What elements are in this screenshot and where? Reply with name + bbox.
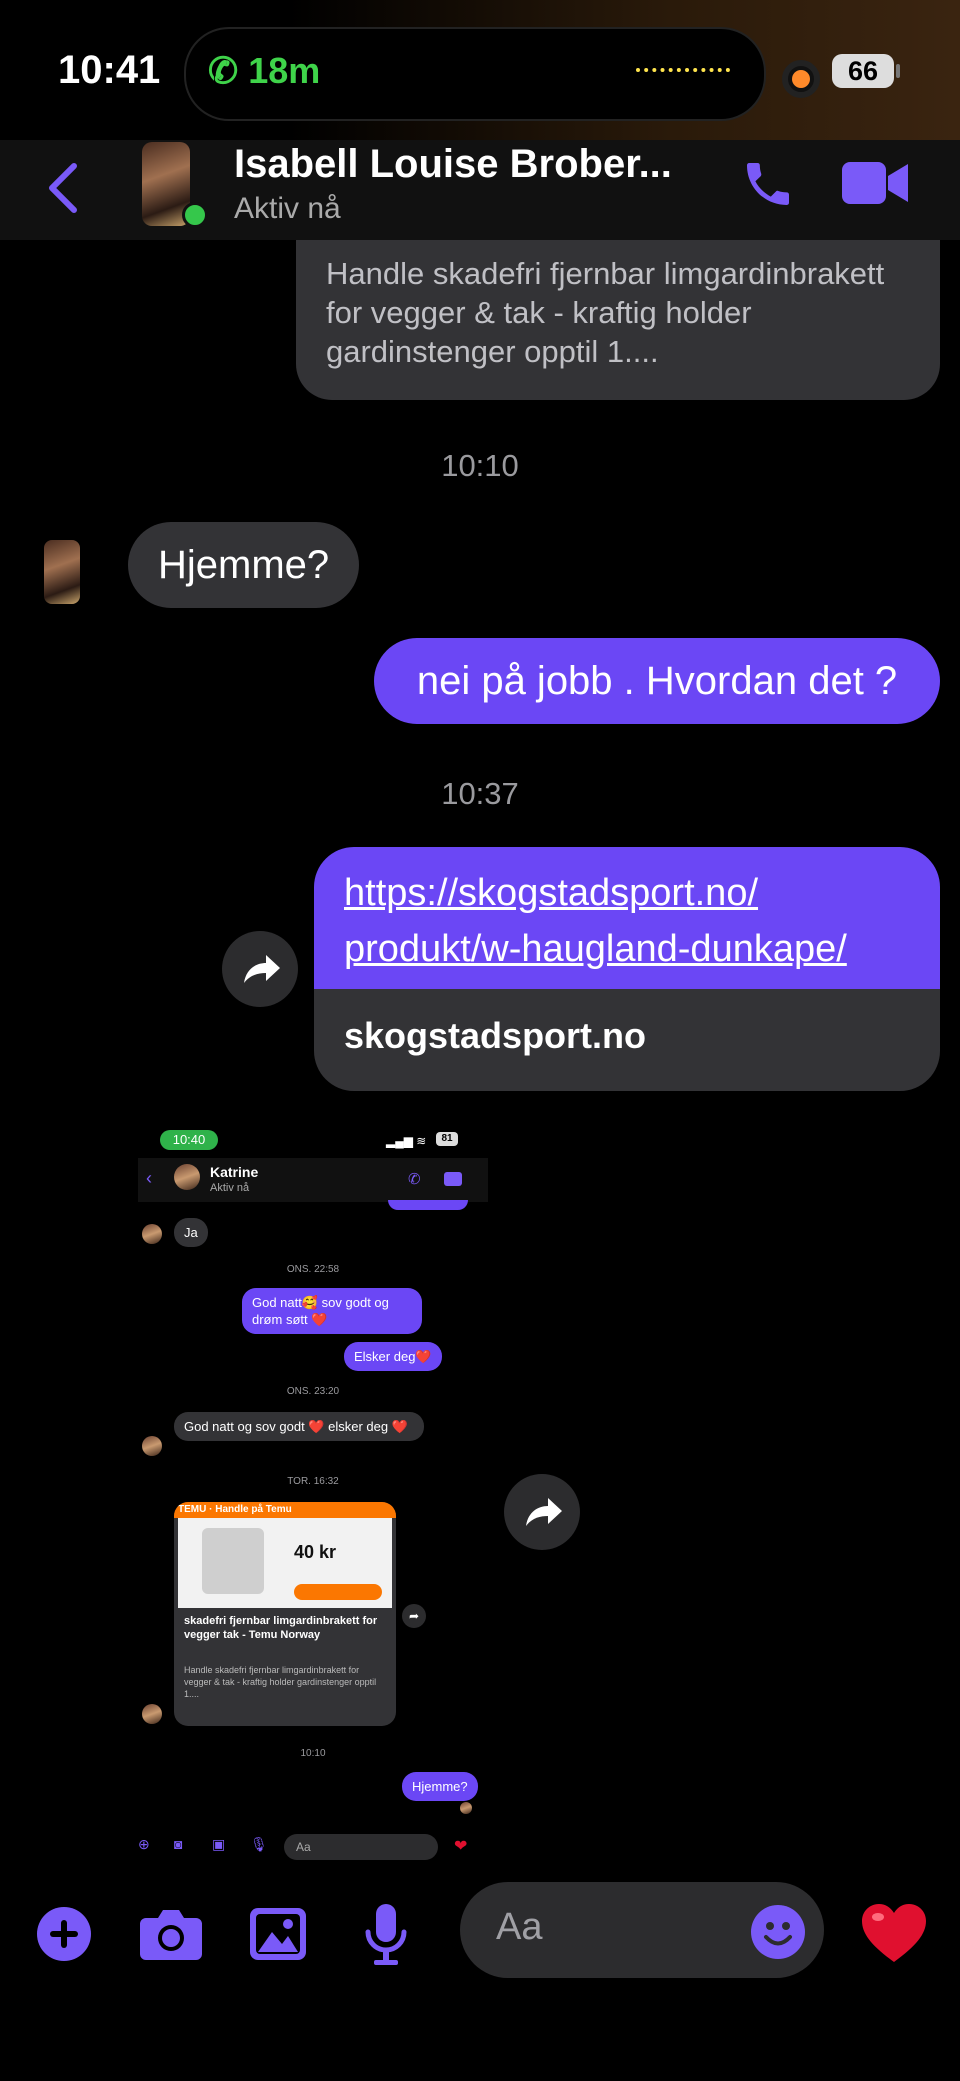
voice-call-icon[interactable] (740, 156, 796, 212)
video-call-icon[interactable] (842, 158, 908, 208)
embedded-timestamp: ONS. 23:20 (286, 1386, 340, 1397)
product-photo (202, 1528, 264, 1594)
link-domain: skogstadsport.no (344, 1015, 647, 1056)
link-preview-title: skadefri fjernbar limgardinbrakett for v… (184, 1615, 378, 1641)
add-icon[interactable] (36, 1906, 92, 1962)
embedded-composer-input: Aa (284, 1834, 438, 1860)
embedded-battery: 81 (436, 1132, 458, 1146)
clock: 10:41 (58, 48, 161, 92)
embedded-contact-status: Aktiv nå (210, 1182, 250, 1194)
message-input-placeholder: Aa (496, 1906, 543, 1948)
embedded-read-receipt-avatar (460, 1802, 472, 1814)
embedded-heart-icon: ❤ (454, 1838, 468, 1855)
share-button[interactable] (222, 931, 298, 1007)
timestamp: 10:10 (441, 448, 519, 483)
link-message[interactable]: https://skogstadsport.no/ produkt/w-haug… (314, 847, 940, 1091)
share-arrow-icon (526, 1498, 562, 1526)
temu-banner: TEMU · Handle på Temu (174, 1502, 396, 1518)
heart-icon[interactable] (862, 1904, 926, 1964)
embedded-avatar (142, 1704, 162, 1724)
embedded-avatar (174, 1164, 200, 1190)
product-price: 40 kr (294, 1542, 337, 1562)
timestamp: 10:37 (441, 776, 519, 811)
contact-name[interactable]: Isabell Louise Brober... (234, 142, 694, 187)
embedded-back-icon: ‹ (146, 1168, 152, 1188)
privacy-indicator-icon (782, 60, 820, 98)
phone-icon: ✆ (208, 50, 239, 91)
emoji-icon[interactable] (750, 1904, 806, 1960)
embedded-avatar (142, 1224, 162, 1244)
outgoing-message[interactable]: nei på jobb . Hvordan det ? (374, 638, 940, 724)
image-attachment[interactable]: 10:40 ▂▄▆ ≋ 81 ‹ Katrine Aktiv nå ✆ Ja O… (138, 1120, 488, 1860)
embedded-share-icon: ➦ (402, 1604, 426, 1628)
microphone-icon[interactable] (364, 1904, 408, 1966)
audio-waveform-icon (636, 68, 730, 76)
product-buy-button (294, 1584, 382, 1600)
share-arrow-icon (244, 955, 280, 983)
embedded-bubble-edge (388, 1200, 468, 1210)
embedded-phone-icon: ✆ (408, 1171, 421, 1188)
product-image: 40 kr (178, 1518, 392, 1608)
embedded-outgoing-message: Elsker deg❤️ (344, 1342, 442, 1371)
embedded-outgoing-message: God natt🥰 sov godt og drøm søtt ❤️ (242, 1288, 422, 1334)
active-call-indicator[interactable]: ✆ 18m (208, 50, 320, 92)
link-preview-description: Handle skadefri fjernbar limgardinbraket… (326, 256, 885, 369)
embedded-avatar (142, 1436, 162, 1456)
link-preview-description: Handle skadefri fjernbar limgardinbraket… (184, 1665, 377, 1699)
battery-tip-icon (896, 64, 900, 78)
battery-indicator: 66 (832, 54, 894, 88)
embedded-incoming-message: God natt og sov godt ❤️ elsker deg ❤️ (174, 1412, 424, 1441)
call-duration: 18m (248, 50, 321, 91)
embedded-timestamp: 10:10 (300, 1748, 326, 1759)
embedded-incoming-message: Ja (174, 1218, 208, 1247)
link-url[interactable]: https://skogstadsport.no/ produkt/w-haug… (344, 865, 934, 977)
embedded-contact-name: Katrine (210, 1164, 259, 1180)
embedded-timestamp: ONS. 22:58 (286, 1264, 340, 1275)
share-button[interactable] (504, 1474, 580, 1550)
embedded-video-icon (444, 1172, 462, 1186)
embedded-link-preview: TEMU · Handle på Temu 40 kr skadefri fje… (174, 1502, 396, 1726)
contact-status: Aktiv nå (234, 192, 341, 225)
embedded-timestamp: TOR. 16:32 (287, 1476, 339, 1487)
gallery-icon[interactable] (250, 1908, 306, 1960)
online-status-dot (182, 202, 208, 228)
avatar[interactable] (44, 540, 80, 604)
back-chevron-icon[interactable] (44, 160, 84, 216)
camera-icon[interactable] (140, 1908, 202, 1960)
signal-wifi-icon: ▂▄▆ ≋ (386, 1134, 427, 1148)
embedded-outgoing-message: Hjemme? (402, 1772, 478, 1801)
embedded-clock: 10:40 (160, 1130, 218, 1150)
incoming-message[interactable]: Hjemme? (128, 522, 360, 608)
